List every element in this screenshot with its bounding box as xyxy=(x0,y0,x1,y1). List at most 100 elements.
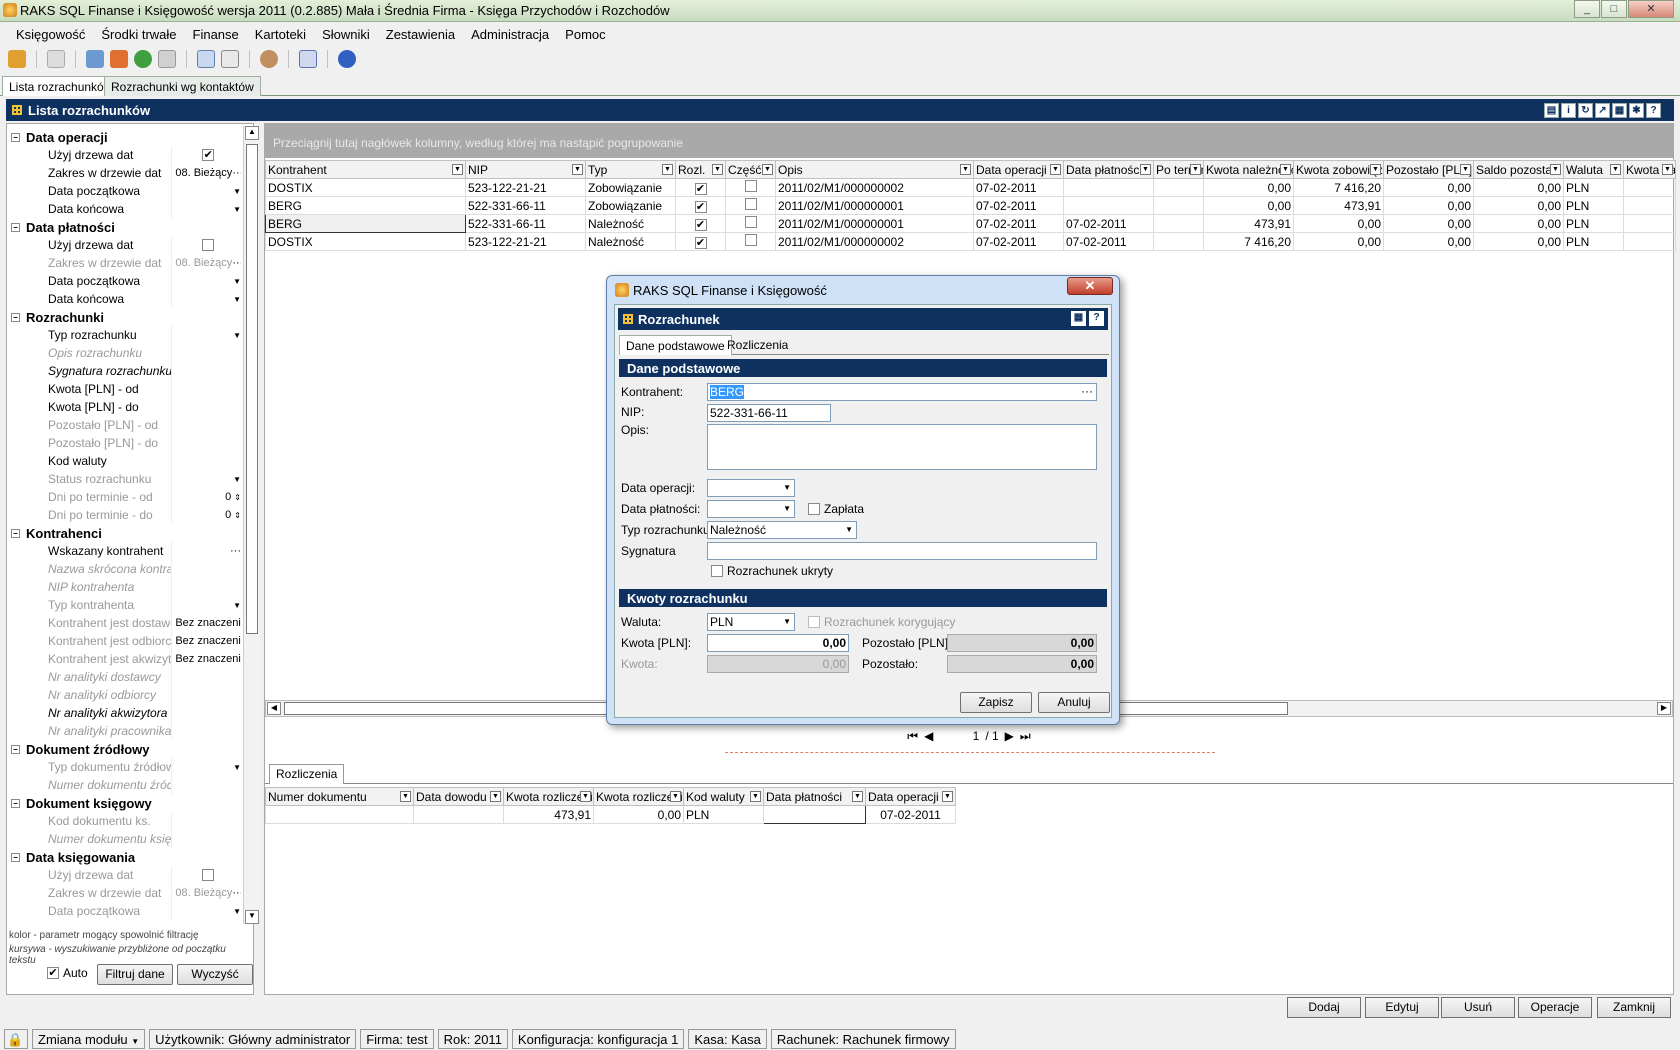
column-header[interactable]: Rozl. ▼ xyxy=(675,160,726,179)
column-header[interactable]: Kwota rozliczenia ▼ xyxy=(593,787,684,806)
filter-sygnatura[interactable]: Sygnatura rozrachunku xyxy=(11,362,241,380)
window-icon[interactable] xyxy=(158,50,176,68)
filter-dropdown-icon[interactable]: ▼ xyxy=(1370,164,1381,175)
checkbox[interactable]: ✔ xyxy=(694,236,707,249)
filter-dropdown-icon[interactable]: ▼ xyxy=(712,164,723,175)
settlements-row[interactable]: 473,91 0,00 PLN 07-02-2011 xyxy=(265,805,956,824)
filter-nr-odbiorcy[interactable]: Nr analityki odbiorcy xyxy=(11,686,241,704)
column-header[interactable]: Kwota rozliczenia ▼ xyxy=(503,787,594,806)
help-icon[interactable] xyxy=(338,50,356,68)
filter-nr-pracownika[interactable]: Nr analityki pracownika xyxy=(11,722,241,740)
column-header[interactable]: Część ▼ xyxy=(725,160,776,179)
menu-ksiegowosc[interactable]: Księgowość xyxy=(16,27,85,42)
section-dokument-ksiegowy[interactable]: − Dokument księgowy xyxy=(11,794,241,812)
prev-page-icon[interactable]: ◀ xyxy=(924,729,933,743)
menu-finanse[interactable]: Finanse xyxy=(193,27,239,42)
filter-akwizytor[interactable]: Kontrahent jest akwizytoremBez znaczenia… xyxy=(11,650,241,668)
filter-typ-dokumentu[interactable]: Typ dokumentu źródłowego▼ xyxy=(11,758,241,776)
dialog-close-button[interactable]: ✕ xyxy=(1067,277,1113,295)
menu-kartoteki[interactable]: Kartoteki xyxy=(255,27,306,42)
filter-pozostalo-od[interactable]: Pozostało [PLN] - od xyxy=(11,416,241,434)
tab-rozrachunki-wg-kontaktow[interactable]: Rozrachunki wg kontaktów xyxy=(104,76,261,96)
minimize-button[interactable]: _ xyxy=(1574,0,1600,18)
kwota-input[interactable]: 0,00 xyxy=(707,655,849,673)
save-button[interactable]: Zapisz xyxy=(960,692,1032,713)
column-header[interactable]: NIP ▼ xyxy=(465,160,586,179)
info-icon[interactable]: i xyxy=(1561,103,1576,118)
globe-icon[interactable] xyxy=(134,50,152,68)
column-header[interactable]: Data płatności ▼ xyxy=(763,787,866,806)
filter-numer-dok-ks[interactable]: Numer dokumentu księgowego xyxy=(11,830,241,848)
scroll-down-icon[interactable]: ▼ xyxy=(245,910,259,924)
filter-odbiorca[interactable]: Kontrahent jest odbiorcąBez znaczenia▼ xyxy=(11,632,241,650)
filter-dropdown-icon[interactable]: ▼ xyxy=(942,791,953,802)
filter-zakres-2[interactable]: Zakres w drzewie dat08. Bieżący··· xyxy=(11,254,241,272)
tab-lista-rozrachunkow[interactable]: Lista rozrachunków xyxy=(2,76,120,96)
filter-dropdown-icon[interactable]: ▼ xyxy=(1460,164,1471,175)
filter-dropdown-icon[interactable]: ▼ xyxy=(1140,164,1151,175)
checkbox[interactable] xyxy=(744,216,757,228)
tab-rozliczenia[interactable]: Rozliczenia xyxy=(269,764,345,784)
column-header[interactable]: Po terminie▼ xyxy=(1153,160,1204,179)
change-module-button[interactable]: Zmiana modułu ▼ xyxy=(32,1028,146,1049)
column-header[interactable]: Data operacji ▼ xyxy=(973,160,1064,179)
layout-icon[interactable]: ▦ xyxy=(1071,311,1086,326)
filter-dropdown-icon[interactable]: ▼ xyxy=(572,164,583,175)
filter-dropdown-icon[interactable]: ▼ xyxy=(960,164,971,175)
data-operacji-input[interactable]: ▼ xyxy=(707,479,795,497)
filter-uzyj-drzewa-dat[interactable]: Użyj drzewa dat ✔ xyxy=(11,146,241,164)
opis-input[interactable] xyxy=(707,424,1097,470)
checkbox[interactable] xyxy=(744,198,757,210)
menu-zestawienia[interactable]: Zestawienia xyxy=(386,27,455,42)
filter-dostawca[interactable]: Kontrahent jest dostawcąBez znaczenia▼ xyxy=(11,614,241,632)
print-icon[interactable]: ▤ xyxy=(1544,103,1559,118)
filter-dropdown-icon[interactable]: ▼ xyxy=(1280,164,1291,175)
group-band[interactable]: Przeciągnij tutaj nagłówek kolumny, wedł… xyxy=(265,124,1673,158)
section-rozrachunki[interactable]: − Rozrachunki xyxy=(11,308,241,326)
column-header[interactable]: Pozostało [PLN] ▼ xyxy=(1383,160,1474,179)
filter-dropdown-icon[interactable]: ▼ xyxy=(1610,164,1621,175)
filter-zakres-3[interactable]: Zakres w drzewie dat08. Bieżący··· xyxy=(11,884,241,902)
ukryty-checkbox[interactable]: Rozrachunek ukryty xyxy=(711,564,833,578)
filter-dropdown-icon[interactable]: ▼ xyxy=(490,791,501,802)
filter-button[interactable]: Filtruj dane xyxy=(97,964,173,985)
scroll-right-icon[interactable]: ▶ xyxy=(1657,702,1671,715)
page-current[interactable]: 1 xyxy=(939,729,980,743)
checkbox[interactable] xyxy=(744,234,757,246)
users-icon[interactable] xyxy=(260,50,278,68)
maximize-button[interactable]: □ xyxy=(1601,0,1627,18)
checkbox[interactable] xyxy=(744,180,757,192)
filter-data-poczatkowa[interactable]: Data początkowa ▼ xyxy=(11,182,241,200)
menu-slowniki[interactable]: Słowniki xyxy=(322,27,370,42)
filter-data-koncowa[interactable]: Data końcowa ▼ xyxy=(11,200,241,218)
menu-administracja[interactable]: Administracja xyxy=(471,27,549,42)
number-icon[interactable] xyxy=(299,50,317,68)
tab-rozliczenia[interactable]: Rozliczenia xyxy=(727,338,788,352)
delete-button[interactable]: Usuń xyxy=(1441,997,1515,1018)
filter-nip-kontrahenta[interactable]: NIP kontrahenta xyxy=(11,578,241,596)
column-header[interactable]: Kwota należności▼ xyxy=(1623,160,1676,179)
column-header[interactable]: Kontrahent ▼ xyxy=(265,160,466,179)
help-icon[interactable]: ? xyxy=(1089,311,1104,326)
scroll-left-icon[interactable]: ◀ xyxy=(267,702,281,715)
filter-typ-rozrachunku[interactable]: Typ rozrachunku ▼ xyxy=(11,326,241,344)
filter-data-poczatkowa-2[interactable]: Data początkowa ▼ xyxy=(11,272,241,290)
settings-icon[interactable]: ✱ xyxy=(1629,103,1644,118)
filter-dropdown-icon[interactable]: ▼ xyxy=(662,164,673,175)
next-page-icon[interactable]: ▶ xyxy=(1005,729,1014,743)
checkbox[interactable]: ✔ xyxy=(694,182,707,195)
export-icon[interactable]: ↗ xyxy=(1595,103,1610,118)
filter-data-poczatkowa-3[interactable]: Data początkowa ▼ xyxy=(11,902,241,920)
filter-dropdown-icon[interactable]: ▼ xyxy=(1190,164,1201,175)
column-header[interactable]: Saldo pozostało ▼ xyxy=(1473,160,1564,179)
filter-pozostalo-do[interactable]: Pozostało [PLN] - do xyxy=(11,434,241,452)
filter-dni-do[interactable]: Dni po terminie - do 0 ⇕ xyxy=(11,506,241,524)
kontrahent-input[interactable]: BERG ··· xyxy=(707,383,1097,401)
sygnatura-input[interactable] xyxy=(707,542,1097,560)
filter-dropdown-icon[interactable]: ▼ xyxy=(852,791,863,802)
close-list-button[interactable]: Zamknij xyxy=(1597,997,1671,1018)
column-header[interactable]: Kod waluty ▼ xyxy=(683,787,764,806)
column-header[interactable]: Typ ▼ xyxy=(585,160,676,179)
filter-status[interactable]: Status rozrachunku ▼ xyxy=(11,470,241,488)
column-header[interactable]: Numer dokumentu ▼ xyxy=(265,787,414,806)
